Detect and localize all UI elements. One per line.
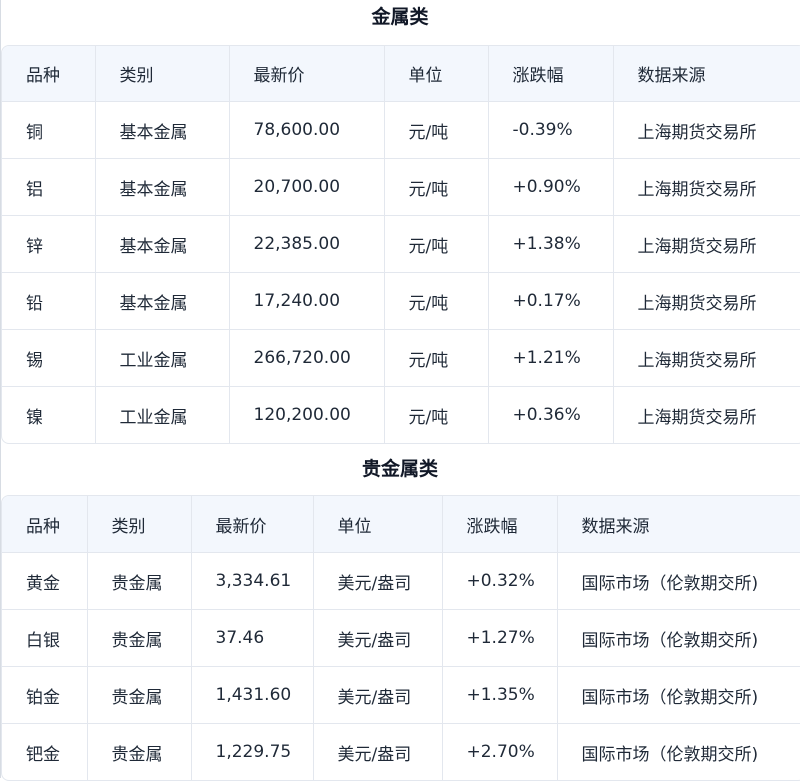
- table-row: 铂金 贵金属 1,431.60 美元/盎司 +1.35% 国际市场（伦敦期交所): [2, 666, 800, 724]
- cell-category: 基本金属: [95, 272, 230, 330]
- cell-latest-price: 120,200.00: [229, 386, 385, 443]
- cell-category: 贵金属: [87, 609, 192, 667]
- cell-variety: 铜: [2, 101, 96, 159]
- cell-change: +1.38%: [488, 215, 614, 273]
- column-header-category[interactable]: 类别: [95, 46, 230, 102]
- cell-category: 基本金属: [95, 215, 230, 273]
- cell-change: +1.27%: [442, 609, 558, 667]
- cell-category: 基本金属: [95, 101, 230, 159]
- cell-source: 国际市场（伦敦期交所): [557, 609, 800, 667]
- cell-category: 贵金属: [87, 552, 192, 610]
- column-header-change[interactable]: 涨跌幅: [488, 46, 614, 102]
- cell-variety: 白银: [2, 609, 88, 667]
- cell-change: +0.17%: [488, 272, 614, 330]
- cell-unit: 元/吨: [384, 158, 489, 216]
- precious-metals-table-card: 品种 类别 最新价 单位 涨跌幅 数据来源 黄金 贵金属 3,334.61 美元…: [1, 495, 800, 781]
- cell-source: 国际市场（伦敦期交所): [557, 552, 800, 610]
- metals-header-row: 品种 类别 最新价 单位 涨跌幅 数据来源: [2, 46, 800, 102]
- table-row: 钯金 贵金属 1,229.75 美元/盎司 +2.70% 国际市场（伦敦期交所): [2, 723, 800, 780]
- cell-source: 上海期货交易所: [613, 272, 800, 330]
- cell-variety: 铝: [2, 158, 96, 216]
- column-header-unit[interactable]: 单位: [313, 496, 443, 553]
- table-row: 铝 基本金属 20,700.00 元/吨 +0.90% 上海期货交易所: [2, 158, 800, 216]
- cell-latest-price: 3,334.61: [191, 552, 314, 610]
- table-row: 铅 基本金属 17,240.00 元/吨 +0.17% 上海期货交易所: [2, 272, 800, 330]
- cell-source: 上海期货交易所: [613, 329, 800, 387]
- cell-latest-price: 22,385.00: [229, 215, 385, 273]
- cell-latest-price: 17,240.00: [229, 272, 385, 330]
- cell-category: 贵金属: [87, 666, 192, 724]
- column-header-source[interactable]: 数据来源: [613, 46, 800, 102]
- metals-table-card: 品种 类别 最新价 单位 涨跌幅 数据来源 铜 基本金属 78,600.00 元…: [1, 45, 800, 444]
- cell-category: 基本金属: [95, 158, 230, 216]
- section-title-metals: 金属类: [371, 6, 429, 28]
- cell-category: 工业金属: [95, 329, 230, 387]
- cell-unit: 元/吨: [384, 215, 489, 273]
- cell-latest-price: 1,229.75: [191, 723, 314, 780]
- table-row: 锡 工业金属 266,720.00 元/吨 +1.21% 上海期货交易所: [2, 329, 800, 387]
- column-header-variety[interactable]: 品种: [2, 496, 88, 553]
- cell-unit: 美元/盎司: [313, 723, 443, 780]
- metals-table: 品种 类别 最新价 单位 涨跌幅 数据来源 铜 基本金属 78,600.00 元…: [2, 46, 800, 443]
- cell-change: +1.21%: [488, 329, 614, 387]
- cell-change: +2.70%: [442, 723, 558, 780]
- column-header-variety[interactable]: 品种: [2, 46, 96, 102]
- cell-latest-price: 266,720.00: [229, 329, 385, 387]
- cell-latest-price: 20,700.00: [229, 158, 385, 216]
- cell-source: 上海期货交易所: [637, 407, 757, 428]
- table-row: 黄金 贵金属 3,334.61 美元/盎司 +0.32% 国际市场（伦敦期交所): [2, 552, 800, 610]
- cell-unit: 元/吨: [384, 329, 489, 387]
- table-row: 镍 工业金属 120,200.00 元/吨 +0.36% 上海期货交易所: [2, 386, 800, 443]
- cell-change: -0.39%: [488, 101, 614, 159]
- table-row: 白银 贵金属 37.46 美元/盎司 +1.27% 国际市场（伦敦期交所): [2, 609, 800, 667]
- cell-variety: 锡: [2, 329, 96, 387]
- cell-unit: 元/吨: [384, 386, 489, 443]
- cell-change: +0.36%: [488, 386, 614, 443]
- cell-latest-price: 1,431.60: [191, 666, 314, 724]
- cell-unit: 美元/盎司: [313, 666, 443, 724]
- cell-variety: 黄金: [2, 552, 88, 610]
- cell-unit: 元/吨: [384, 272, 489, 330]
- table-row: 铜 基本金属 78,600.00 元/吨 -0.39% 上海期货交易所: [2, 101, 800, 159]
- cell-unit: 元/吨: [384, 101, 489, 159]
- cell-category: 贵金属: [87, 723, 192, 780]
- cell-unit: 美元/盎司: [313, 552, 443, 610]
- cell-latest-price: 37.46: [191, 609, 314, 667]
- cell-category: 工业金属: [95, 386, 230, 443]
- cell-variety: 铂金: [2, 666, 88, 724]
- precious-metals-table: 品种 类别 最新价 单位 涨跌幅 数据来源 黄金 贵金属 3,334.61 美元…: [2, 496, 800, 780]
- section-title-precious-metals: 贵金属类: [361, 458, 438, 480]
- cell-source: 上海期货交易所: [613, 215, 800, 273]
- cell-change: +1.35%: [442, 666, 558, 724]
- cell-variety: 铅: [2, 272, 96, 330]
- cell-change: +0.90%: [488, 158, 614, 216]
- column-header-latest-price[interactable]: 最新价: [191, 496, 314, 553]
- cell-change: +0.32%: [442, 552, 558, 610]
- column-header-change[interactable]: 涨跌幅: [442, 496, 558, 553]
- cell-source: 国际市场（伦敦期交所): [581, 744, 759, 765]
- precious-header-row: 品种 类别 最新价 单位 涨跌幅 数据来源: [2, 496, 800, 553]
- column-header-category[interactable]: 类别: [87, 496, 192, 553]
- column-header-latest-price[interactable]: 最新价: [229, 46, 385, 102]
- cell-variety: 锌: [2, 215, 96, 273]
- cell-unit: 美元/盎司: [313, 609, 443, 667]
- cell-variety: 镍: [2, 386, 96, 443]
- cell-source: 上海期货交易所: [613, 101, 800, 159]
- table-row: 锌 基本金属 22,385.00 元/吨 +1.38% 上海期货交易所: [2, 215, 800, 273]
- column-header-source[interactable]: 数据来源: [557, 496, 800, 553]
- cell-variety: 钯金: [2, 723, 88, 780]
- column-header-unit[interactable]: 单位: [384, 46, 489, 102]
- cell-latest-price: 78,600.00: [229, 101, 385, 159]
- cell-source: 上海期货交易所: [613, 158, 800, 216]
- cell-source: 国际市场（伦敦期交所): [557, 666, 800, 724]
